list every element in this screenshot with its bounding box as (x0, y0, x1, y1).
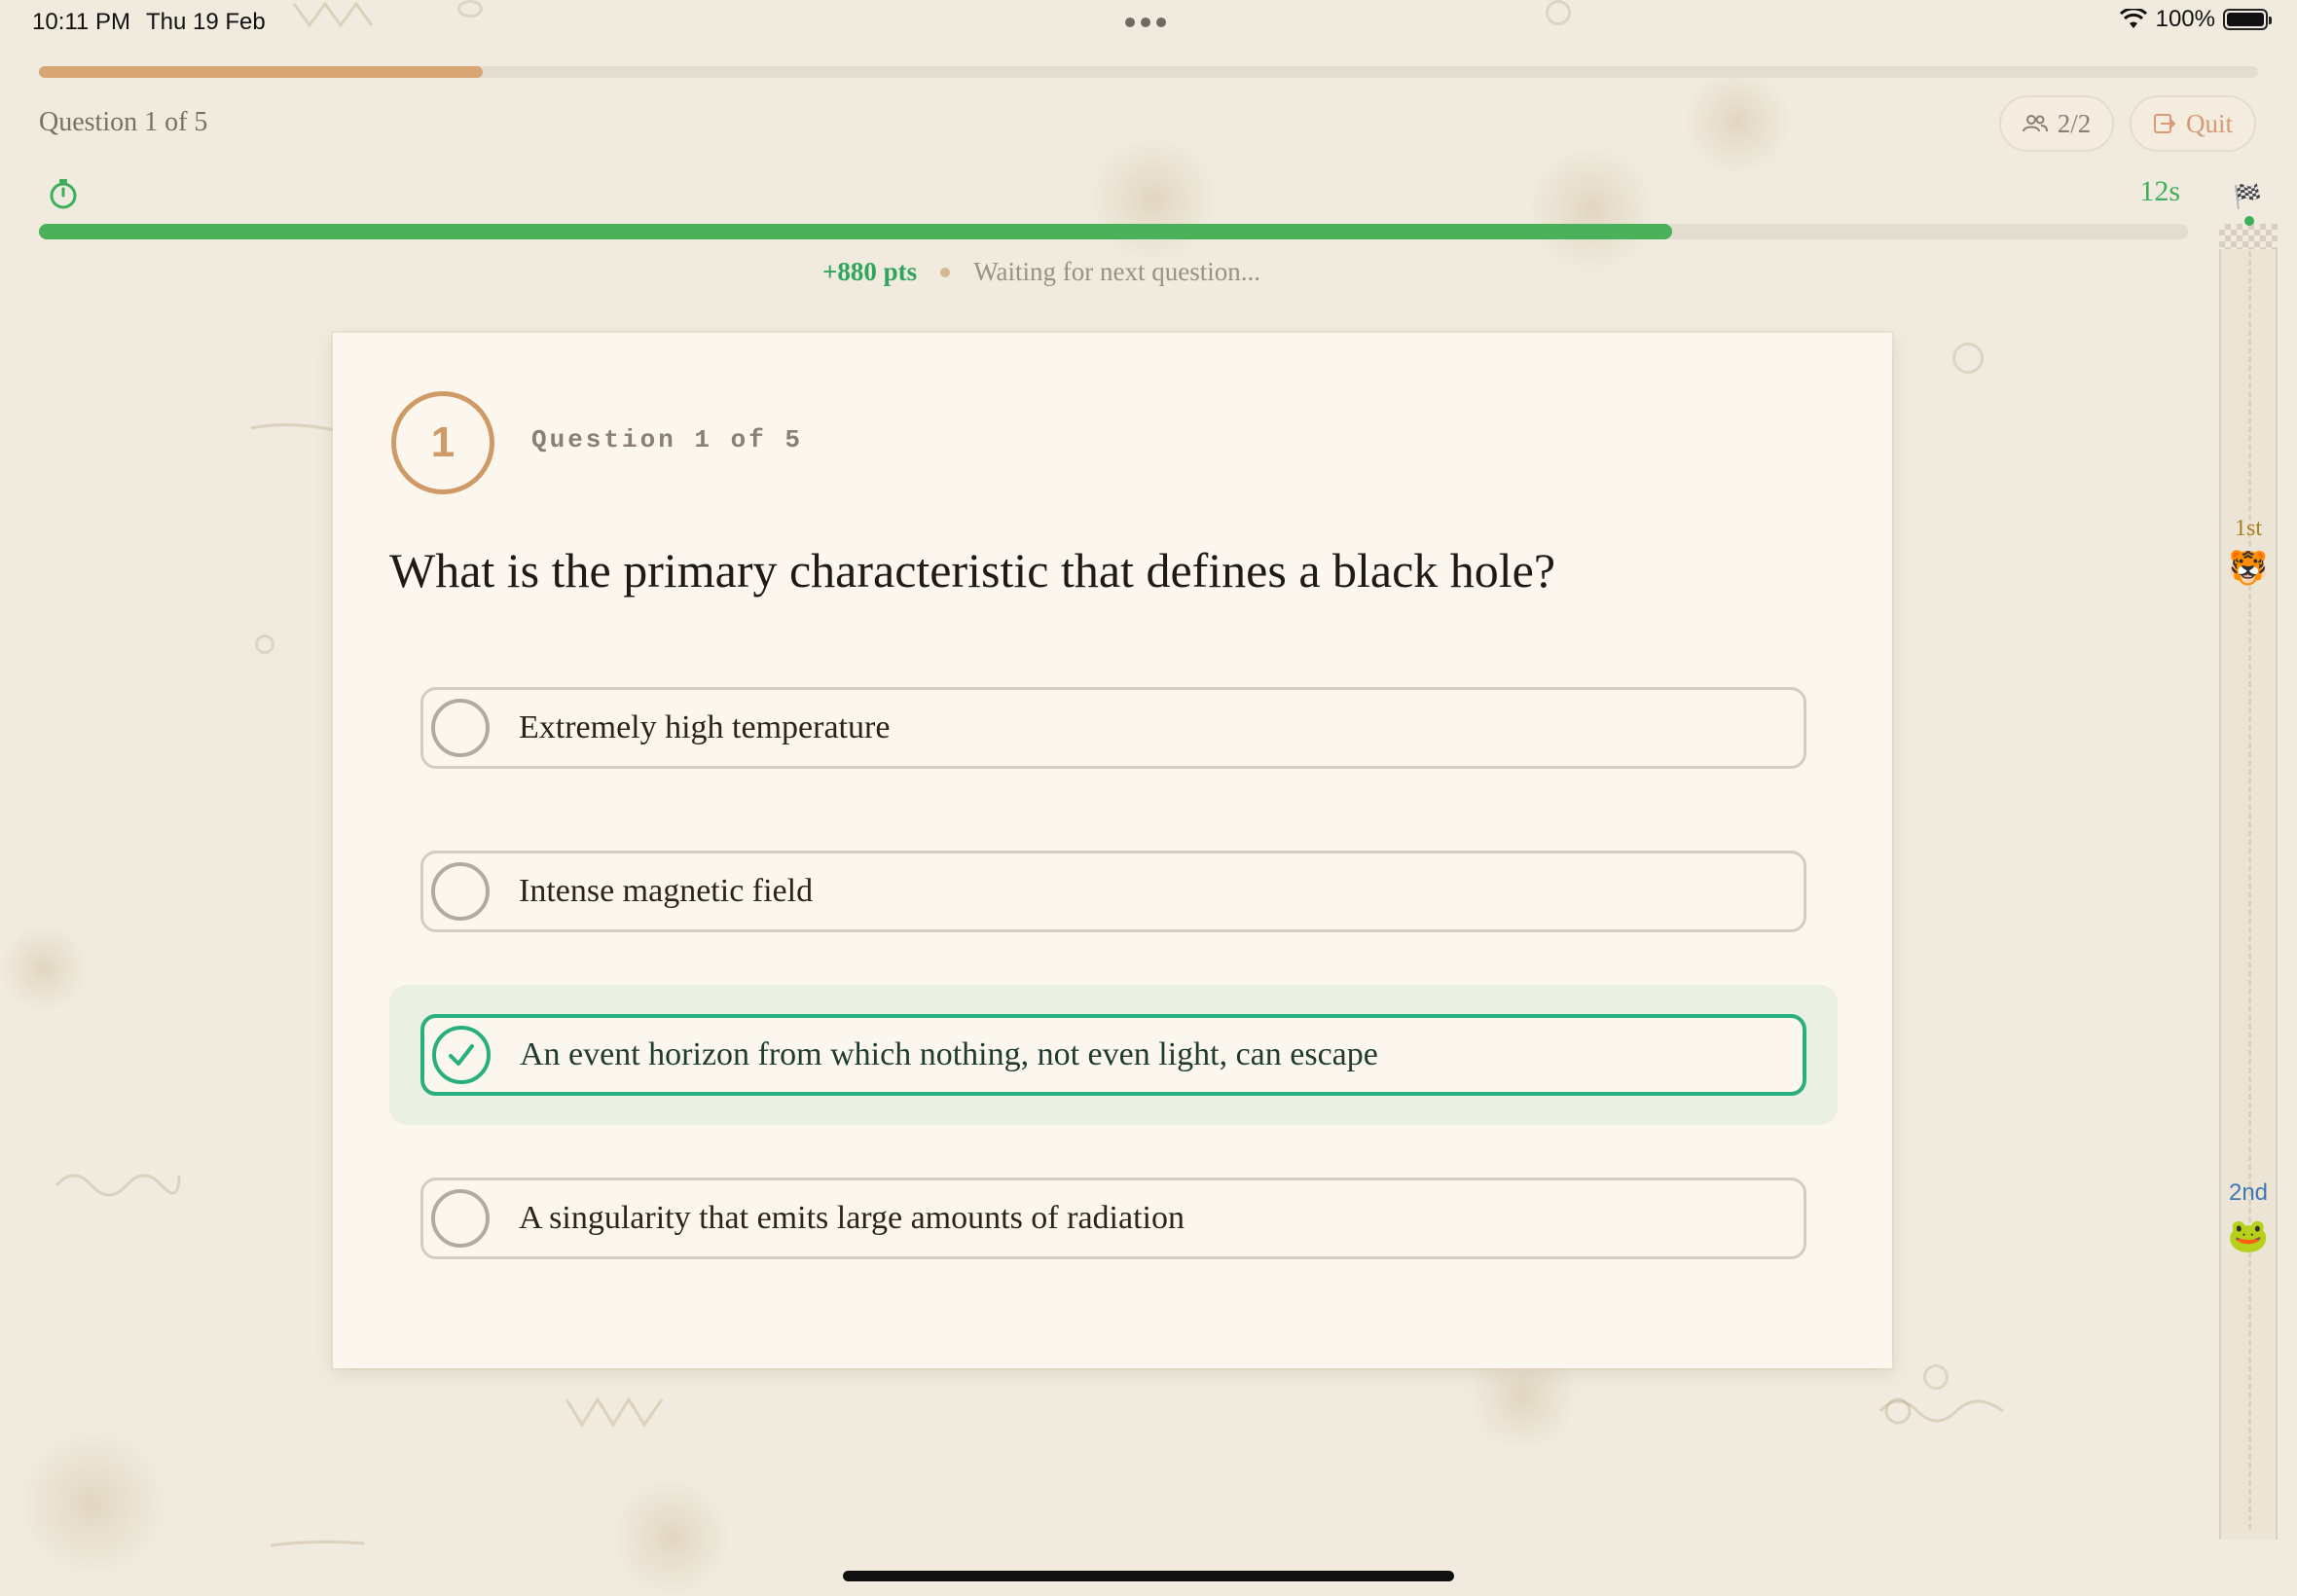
background-ring (457, 0, 483, 18)
exit-icon (2153, 114, 2176, 133)
race-track (2219, 224, 2278, 1540)
finish-line (2219, 224, 2278, 249)
status-time: 10:11 PM (32, 9, 130, 35)
status-date: Thu 19 Feb (146, 9, 266, 35)
background-squiggle (55, 1174, 181, 1197)
frog-avatar: 🐸 (2227, 1218, 2270, 1254)
background-blot (1528, 146, 1655, 272)
background-squiggle (292, 1, 374, 28)
background-blot (0, 925, 88, 1012)
quiz-progress-fill (39, 66, 483, 78)
answer-option-1[interactable]: Extremely high temperature (420, 687, 1806, 769)
tiger-avatar: 🐯 (2227, 551, 2270, 587)
players-count: 2/2 (2057, 108, 2092, 138)
answer-label: An event horizon from which nothing, not… (520, 1036, 1378, 1072)
checkmark-circle (432, 1026, 491, 1084)
battery-percent: 100% (2155, 6, 2215, 32)
quit-label: Quit (2185, 108, 2233, 138)
question-card: 1 Question 1 of 5 What is the primary ch… (333, 333, 1892, 1368)
answer-option-3[interactable]: An event horizon from which nothing, not… (420, 1014, 1806, 1096)
home-indicator[interactable] (843, 1571, 1454, 1581)
battery-icon (2223, 9, 2272, 30)
background-squiggle (1878, 1397, 2004, 1425)
question-number-badge: 1 (391, 391, 494, 494)
question-counter: Question 1 of 5 (39, 107, 208, 137)
radio-circle (431, 862, 490, 921)
background-ring (1546, 0, 1571, 25)
checkered-flag-icon: 🏁 (2233, 185, 2262, 210)
people-icon (2022, 115, 2048, 132)
background-squiggle (250, 422, 336, 432)
players-button[interactable]: 2/2 (1999, 95, 2114, 152)
background-blot (613, 1479, 730, 1596)
answer-option-4[interactable]: A singularity that emits large amounts o… (420, 1178, 1806, 1259)
rank-second-label: 2nd (2228, 1179, 2269, 1206)
stopwatch-icon (50, 179, 77, 209)
background-blot (1090, 136, 1217, 263)
background-squiggle (565, 1396, 664, 1428)
timer-seconds: 12s (2139, 175, 2180, 207)
radio-circle (431, 699, 490, 757)
wifi-icon (2119, 9, 2147, 28)
background-squiggle (270, 1540, 365, 1547)
quiz-screen: 10:11 PM Thu 19 Feb 100% Question 1 of 5… (0, 0, 2297, 1596)
separator-dot (940, 267, 951, 277)
multitasking-dots[interactable] (1125, 18, 1166, 27)
question-label: Question 1 of 5 (531, 425, 804, 454)
quiz-progress-bar (39, 66, 2258, 78)
timer-bar-fill (39, 224, 1673, 239)
answer-label: Extremely high temperature (519, 709, 891, 745)
waiting-status: Waiting for next question... (973, 257, 1260, 286)
question-text: What is the primary characteristic that … (389, 543, 1556, 598)
background-blot (19, 1431, 165, 1577)
answer-label: Intense magnetic field (519, 873, 814, 909)
finish-marker-dot (2244, 216, 2254, 226)
checkmark-icon (449, 1044, 474, 1066)
background-ring (1952, 343, 1984, 374)
status-right: 100% (2119, 6, 2272, 33)
quit-button[interactable]: Quit (2130, 95, 2256, 152)
answer-label: A singularity that emits large amounts o… (519, 1200, 1185, 1236)
answer-option-2[interactable]: Intense magnetic field (420, 851, 1806, 932)
background-blot (1684, 68, 1791, 175)
score-line: +880 pts Waiting for next question... (0, 257, 2297, 287)
rank-first-label: 1st (2234, 516, 2262, 541)
radio-circle (431, 1189, 490, 1248)
background-ring (255, 635, 274, 654)
timer-bar (39, 224, 2188, 239)
points-earned: +880 pts (822, 257, 918, 286)
